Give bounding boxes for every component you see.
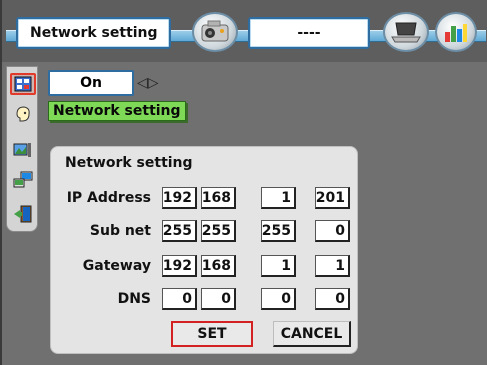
projector-icon xyxy=(201,20,229,42)
projector-button[interactable] xyxy=(192,12,238,52)
tooltip-text: Network setting xyxy=(53,103,181,119)
subnet-octet-4[interactable]: 0 xyxy=(315,220,350,242)
side-item-computer[interactable] xyxy=(13,171,33,189)
gateway-octet-4[interactable]: 1 xyxy=(315,255,350,277)
ip-octet-1[interactable]: 192 xyxy=(162,187,197,209)
network-setting-dialog: Network setting IP Address 192 168 1 201… xyxy=(50,146,358,354)
dns-octet-2[interactable]: 0 xyxy=(201,288,236,310)
subnet-label: Sub net xyxy=(89,223,151,239)
set-button[interactable]: SET xyxy=(171,321,253,347)
projector-menu-screen: Network setting ---- On ◁▷ Network setti… xyxy=(0,0,487,365)
subnet-octet-2[interactable]: 255 xyxy=(201,220,236,242)
left-right-arrows-icon[interactable]: ◁▷ xyxy=(137,73,161,93)
exit-door-icon xyxy=(14,205,32,223)
ip-octet-3[interactable]: 1 xyxy=(261,187,296,209)
laptop-button[interactable] xyxy=(383,12,429,52)
tooltip: Network setting xyxy=(48,101,186,121)
gateway-octet-1[interactable]: 192 xyxy=(162,255,197,277)
dns-octet-1[interactable]: 0 xyxy=(162,288,197,310)
network-icon xyxy=(14,76,32,92)
side-item-face[interactable] xyxy=(13,105,33,123)
image-icon xyxy=(13,143,31,157)
side-item-exit[interactable] xyxy=(13,205,33,223)
top-bar: Network setting ---- xyxy=(2,0,487,62)
dns-octet-4[interactable]: 0 xyxy=(315,288,350,310)
laptop-icon xyxy=(391,22,421,43)
status-value: ---- xyxy=(297,25,321,41)
ip-address-label: IP Address xyxy=(66,190,151,206)
gateway-label: Gateway xyxy=(82,258,151,274)
face-icon xyxy=(16,106,30,122)
side-menu xyxy=(6,66,38,232)
menu-title-box: Network setting xyxy=(16,17,171,49)
menu-title: Network setting xyxy=(30,25,158,41)
dns-label: DNS xyxy=(117,291,151,307)
computer-icon xyxy=(13,171,33,188)
chart-button[interactable] xyxy=(435,12,477,52)
gateway-octet-2[interactable]: 168 xyxy=(201,255,236,277)
status-value-box: ---- xyxy=(248,17,370,49)
ip-octet-2[interactable]: 168 xyxy=(201,187,236,209)
subnet-octet-1[interactable]: 255 xyxy=(162,220,197,242)
setting-value: On xyxy=(80,75,102,91)
side-item-network[interactable] xyxy=(10,73,36,95)
ip-octet-4[interactable]: 201 xyxy=(315,187,350,209)
subnet-octet-3[interactable]: 255 xyxy=(261,220,296,242)
cancel-button[interactable]: CANCEL xyxy=(273,321,351,347)
gateway-octet-3[interactable]: 1 xyxy=(261,255,296,277)
dns-octet-3[interactable]: 0 xyxy=(261,288,296,310)
dialog-title: Network setting xyxy=(65,155,193,171)
chart-icon xyxy=(445,24,467,42)
side-item-image[interactable] xyxy=(13,141,33,159)
setting-value-selector[interactable]: On xyxy=(48,70,134,96)
